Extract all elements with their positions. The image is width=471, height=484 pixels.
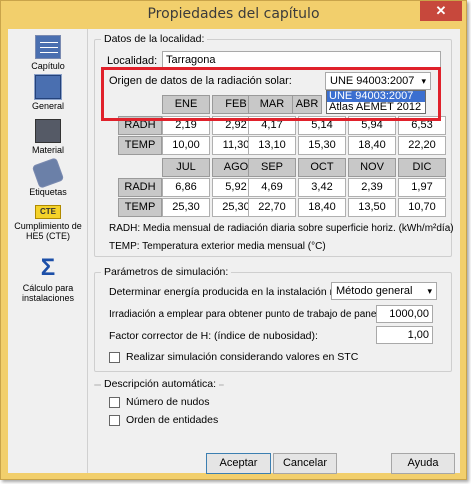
- month-header: JUL: [162, 158, 210, 177]
- sidebar-item-material[interactable]: Material: [12, 119, 84, 155]
- sidebar-item-label: Material: [31, 145, 64, 155]
- entities-label: Orden de entidades: [126, 414, 219, 426]
- month-header: OCT: [298, 158, 346, 177]
- close-button[interactable]: ✕: [420, 1, 462, 21]
- sigma-icon: Σ: [40, 254, 56, 281]
- sidebar-item-cte[interactable]: CTE Cumplimiento de HE5 (CTE): [12, 205, 84, 241]
- locality-label: Localidad:: [107, 55, 158, 67]
- auto-desc-group: Descripción automática:: [94, 378, 224, 390]
- radh-cell[interactable]: 1,97: [398, 178, 446, 197]
- highlight-frame: [101, 67, 441, 121]
- accept-button[interactable]: Aceptar: [206, 453, 271, 474]
- row-label-temp: TEMP: [118, 136, 162, 155]
- stc-label: Realizar simulación considerando valores…: [126, 351, 359, 363]
- sidebar-item-label: Cumplimiento de HE5 (CTE): [14, 221, 82, 241]
- cancel-button[interactable]: Cancelar: [273, 453, 337, 474]
- chevron-down-icon: ▾: [427, 286, 432, 296]
- sidebar-item-general[interactable]: General: [12, 74, 84, 111]
- sidebar-item-label: Cálculo para instalaciones: [21, 283, 75, 303]
- radh-note: RADH: Media mensual de radiación diaria …: [109, 223, 454, 234]
- material-icon: [35, 119, 61, 143]
- temp-cell[interactable]: 10,00: [162, 136, 210, 155]
- stc-checkbox[interactable]: [109, 352, 120, 363]
- entities-checkbox[interactable]: [109, 415, 120, 426]
- energy-select[interactable]: Método general ▾: [331, 282, 437, 300]
- sidebar-item-label: General: [31, 101, 65, 111]
- radh-cell[interactable]: 2,39: [348, 178, 396, 197]
- temp-note: TEMP: Temperatura exterior media mensual…: [109, 241, 326, 252]
- auto-desc-legend: Descripción automática:: [101, 378, 220, 390]
- simulation-legend: Parámetros de simulación:: [101, 266, 232, 278]
- sidebar-item-label: Capítulo: [31, 61, 65, 71]
- general-icon: [34, 74, 62, 100]
- radh-cell[interactable]: 6,86: [162, 178, 210, 197]
- temp-cell[interactable]: 18,40: [298, 198, 346, 217]
- radh-cell[interactable]: 4,69: [248, 178, 296, 197]
- row-label-radh: RADH: [118, 178, 162, 197]
- tag-icon: [31, 157, 65, 189]
- location-legend: Datos de la localidad:: [101, 33, 208, 45]
- temp-cell[interactable]: 18,40: [348, 136, 396, 155]
- dialog-window: Propiedades del capítulo ✕ Capítulo Gene…: [0, 0, 467, 480]
- energy-selected-value: Método general: [336, 285, 413, 297]
- temp-cell[interactable]: 13,50: [348, 198, 396, 217]
- help-button[interactable]: Ayuda: [391, 453, 455, 474]
- sidebar-item-etiquetas[interactable]: Etiquetas: [12, 157, 84, 197]
- temp-cell[interactable]: 15,30: [298, 136, 346, 155]
- month-header: DIC: [398, 158, 446, 177]
- temp-cell[interactable]: 22,70: [248, 198, 296, 217]
- irradiation-input[interactable]: [376, 305, 433, 323]
- month-header: SEP: [248, 158, 296, 177]
- nodes-label: Número de nudos: [126, 396, 210, 408]
- row-label-temp: TEMP: [118, 198, 162, 217]
- temp-cell[interactable]: 22,20: [398, 136, 446, 155]
- dialog-client: Capítulo General Material Etiquetas CTE …: [8, 29, 460, 474]
- factor-input[interactable]: [376, 326, 433, 344]
- factor-label: Factor corrector de H: (índice de nubosi…: [109, 330, 318, 342]
- temp-cell[interactable]: 13,10: [248, 136, 296, 155]
- sidebar: Capítulo General Material Etiquetas CTE …: [8, 29, 88, 473]
- month-header: NOV: [348, 158, 396, 177]
- nodes-checkbox[interactable]: [109, 397, 120, 408]
- radh-cell[interactable]: 3,42: [298, 178, 346, 197]
- sidebar-item-calculo[interactable]: Σ Cálculo para instalaciones: [12, 254, 84, 304]
- sidebar-item-capitulo[interactable]: Capítulo: [12, 35, 84, 71]
- window-title: Propiedades del capítulo: [147, 6, 320, 22]
- sidebar-item-label: Etiquetas: [29, 187, 67, 197]
- table-icon: [35, 35, 61, 59]
- temp-cell[interactable]: 10,70: [398, 198, 446, 217]
- temp-cell[interactable]: 25,30: [162, 198, 210, 217]
- cte-icon: CTE: [35, 205, 61, 219]
